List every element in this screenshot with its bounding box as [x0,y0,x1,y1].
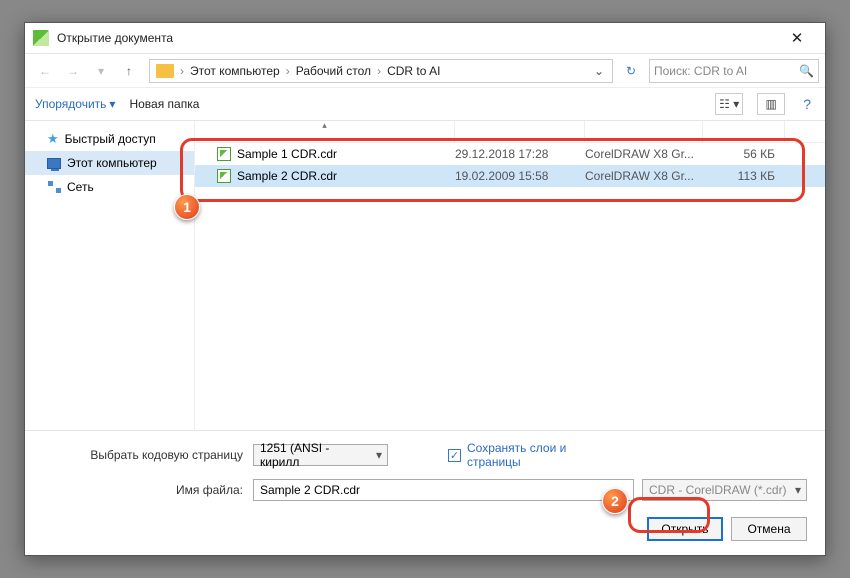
file-pane: ▴ Sample 1 CDR.cdr 29.12.2018 17:28 Core… [195,121,825,430]
breadcrumb[interactable]: › Этот компьютер › Рабочий стол › CDR to… [149,59,613,83]
pc-icon [47,158,61,169]
nav-bar: ← → ▾ ↑ › Этот компьютер › Рабочий стол … [25,53,825,87]
breadcrumb-dropdown-icon[interactable]: ⌄ [588,64,610,78]
close-icon[interactable]: ✕ [777,29,817,47]
filename-label: Имя файла: [43,483,253,497]
sidebar-item-quickaccess[interactable]: ★Быстрый доступ [25,127,194,151]
search-placeholder: Поиск: CDR to AI [654,64,747,78]
nav-recent-dropdown[interactable]: ▾ [87,58,115,84]
codepage-select[interactable]: 1251 (ANSI - кирилл [253,444,388,466]
sidebar-item-network[interactable]: Сеть [25,175,194,199]
preview-pane-button[interactable]: ▥ [757,93,785,115]
column-date[interactable] [455,121,585,142]
bottom-panel: Выбрать кодовую страницу 1251 (ANSI - ки… [25,430,825,555]
titlebar: Открытие документа ✕ [25,23,825,53]
organize-menu[interactable]: Упорядочить▾ [35,97,115,111]
chevron-down-icon: ▾ [109,97,115,111]
column-size[interactable] [703,121,785,142]
search-icon: 🔍 [799,64,814,78]
folder-icon [156,64,174,78]
file-row[interactable]: Sample 1 CDR.cdr 29.12.2018 17:28 CorelD… [195,143,825,165]
cancel-button[interactable]: Отмена [731,517,807,541]
codepage-label: Выбрать кодовую страницу [43,448,253,462]
nav-back-button[interactable]: ← [31,58,59,84]
cdr-file-icon [217,147,231,161]
checkmark-icon: ✓ [448,449,461,462]
refresh-button[interactable]: ↻ [619,64,643,78]
nav-up-button[interactable]: ↑ [115,58,143,84]
star-icon: ★ [47,131,59,147]
column-name[interactable]: ▴ [195,121,455,142]
sidebar: ★Быстрый доступ Этот компьютер Сеть [25,121,195,430]
app-icon [33,30,49,46]
sort-ascending-icon: ▴ [322,120,327,131]
new-folder-button[interactable]: Новая папка [129,97,199,111]
open-button[interactable]: Открыть [647,517,723,541]
breadcrumb-pc[interactable]: Этот компьютер [186,64,284,78]
column-type[interactable] [585,121,703,142]
sidebar-item-thispc[interactable]: Этот компьютер [25,151,194,175]
toolbar: Упорядочить▾ Новая папка ☷ ▾ ▥ ? [25,87,825,121]
filename-input[interactable]: Sample 2 CDR.cdr [253,479,634,501]
open-file-dialog: Открытие документа ✕ ← → ▾ ↑ › Этот комп… [24,22,826,556]
cdr-file-icon [217,169,231,183]
file-row[interactable]: Sample 2 CDR.cdr 19.02.2009 15:58 CorelD… [195,165,825,187]
filetype-select[interactable]: CDR - CorelDRAW (*.cdr) [642,479,807,501]
column-headers: ▴ [195,121,825,143]
preserve-layers-checkbox[interactable]: ✓ Сохранять слои и страницы [448,441,597,469]
breadcrumb-folder[interactable]: CDR to AI [383,64,444,78]
file-list: Sample 1 CDR.cdr 29.12.2018 17:28 CorelD… [195,143,825,187]
help-button[interactable]: ? [799,96,815,112]
nav-forward-button[interactable]: → [59,58,87,84]
network-icon [47,181,61,193]
dialog-title: Открытие документа [57,31,777,45]
breadcrumb-desktop[interactable]: Рабочий стол [292,64,375,78]
view-mode-button[interactable]: ☷ ▾ [715,93,743,115]
search-input[interactable]: Поиск: CDR to AI 🔍 [649,59,819,83]
